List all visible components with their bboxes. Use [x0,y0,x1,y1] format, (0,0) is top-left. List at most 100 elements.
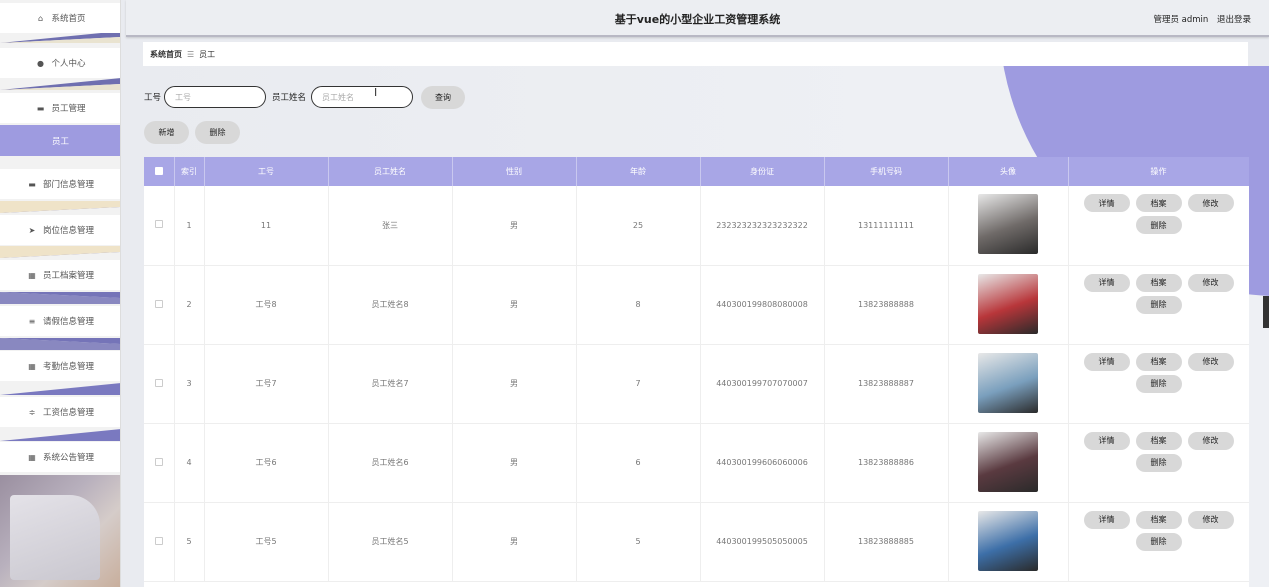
home-icon: ⌂ [37,13,44,23]
archive-button[interactable]: 档案 [1135,273,1182,292]
cell-age: 7 [576,344,701,424]
cell-id-card: 440300199606060006 [700,423,825,503]
row-delete-button[interactable]: 删除 [1135,295,1182,314]
edit-button[interactable]: 修改 [1187,431,1234,450]
row-delete-button[interactable]: 删除 [1135,374,1182,393]
sidebar-item-label: 岗位信息管理 [42,226,94,236]
cell-avatar [948,265,1069,345]
avatar [978,431,1038,492]
name-search-input[interactable] [311,86,414,108]
cell-index: 2 [174,265,205,345]
sidebar-item-employee-management[interactable]: ▬ 员工管理 [0,93,120,123]
sidebar-divider [0,338,120,350]
archive-button[interactable]: 档案 [1135,352,1182,371]
sidebar-item-archive[interactable]: ▦ 员工档案管理 [0,260,120,290]
sidebar-item-home[interactable]: ⌂ 系统首页 [0,3,120,33]
cell-employee-id: 工号6 [204,423,329,503]
edit-button[interactable]: 修改 [1187,510,1234,529]
archive-button[interactable]: 档案 [1135,194,1182,213]
cell-employee-id: 工号5 [204,502,329,582]
detail-button[interactable]: 详情 [1083,194,1130,213]
delete-button[interactable]: 删除 [195,121,240,144]
detail-button[interactable]: 详情 [1083,352,1130,371]
row-checkbox[interactable] [144,344,175,424]
id-search-input[interactable] [164,86,267,108]
table-row: 5 工号5 员工姓名5 男 5 440300199505050005 13823… [144,502,1249,582]
cell-employee-name: 张三 [328,186,453,266]
grid-icon: ▦ [28,452,36,462]
table-row: 4 工号6 员工姓名6 男 6 440300199606060006 13823… [144,423,1249,503]
sidebar-item-notice[interactable]: ▦ 系统公告管理 [0,442,120,472]
add-button[interactable]: 新增 [144,121,189,144]
avatar [978,194,1038,255]
sidebar-item-label: 个人中心 [51,59,86,69]
sidebar-item-leave[interactable]: ≡ 请假信息管理 [0,306,120,336]
archive-button[interactable]: 档案 [1135,431,1182,450]
search-bar: 工号 员工姓名 查询 [144,85,466,109]
chat-icon: ▬ [28,179,36,189]
select-all-checkbox[interactable] [144,157,175,186]
cell-employee-id: 工号8 [204,265,329,345]
breadcrumb-home[interactable]: 系统首页 [150,49,182,60]
detail-button[interactable]: 详情 [1083,431,1130,450]
avatar [978,273,1038,334]
row-checkbox[interactable] [144,423,175,503]
sidebar-subitem-employee[interactable]: 员工 [0,125,120,156]
cell-phone: 13823888888 [824,265,949,345]
sidebar-item-attendance[interactable]: ▦ 考勤信息管理 [0,351,120,381]
sidebar-item-label: 系统首页 [51,14,86,24]
sidebar-item-label: 员工 [51,136,69,147]
sidebar-item-label: 系统公告管理 [42,453,94,463]
user-area: 管理员 admin 退出登录 [1147,13,1251,25]
sidebar-item-label: 员工管理 [51,104,86,114]
sidebar-item-profile[interactable]: ● 个人中心 [0,48,120,78]
column-header: 性别 [452,157,577,186]
chat-icon: ▬ [36,103,45,113]
column-header: 年龄 [576,157,701,186]
column-header: 身份证 [700,157,825,186]
detail-button[interactable]: 详情 [1083,273,1130,292]
cell-age: 8 [576,265,701,345]
edit-button[interactable]: 修改 [1187,194,1234,213]
cell-avatar [948,502,1069,582]
row-checkbox[interactable] [144,186,175,266]
breadcrumb-current: 员工 [199,49,216,59]
edit-button[interactable]: 修改 [1187,352,1234,371]
cell-id-card: 232323232323232322 [700,186,825,266]
cell-phone: 13111111111 [824,186,949,266]
cell-phone: 13823888885 [824,502,949,582]
edit-button[interactable]: 修改 [1187,273,1234,292]
column-header: 头像 [948,157,1069,186]
row-delete-button[interactable]: 删除 [1135,216,1182,235]
cell-index: 4 [174,423,205,503]
archive-button[interactable]: 档案 [1135,510,1182,529]
list-icon: ≡ [28,316,36,326]
sidebar-divider [0,78,120,90]
cell-operations: 详情 档案 修改 删除 [1068,344,1249,424]
text-cursor-icon: I [374,86,378,99]
cell-gender: 男 [452,186,577,266]
row-checkbox[interactable] [144,265,175,345]
employee-table: 索引 工号 员工姓名 性别 年龄 身份证 手机号码 头像 操作 1 11 张三 … [144,157,1249,587]
cell-age: 6 [576,423,701,503]
avatar [978,510,1038,571]
cell-id-card: 440300199505050005 [700,502,825,582]
cell-gender: 男 [452,423,577,503]
cell-avatar [948,186,1069,266]
sidebar-item-salary[interactable]: ≑ 工资信息管理 [0,397,120,427]
row-delete-button[interactable]: 删除 [1135,532,1182,551]
row-delete-button[interactable]: 删除 [1135,453,1182,472]
sidebar-item-label: 工资信息管理 [42,408,94,418]
logout-link[interactable]: 退出登录 [1217,15,1251,25]
grid-icon: ▦ [28,361,36,371]
cell-index: 5 [174,502,205,582]
detail-button[interactable]: 详情 [1083,510,1130,529]
cell-employee-name: 员工姓名8 [328,265,453,345]
scrollbar-handle[interactable] [1263,296,1269,328]
sidebar-item-label: 部门信息管理 [42,180,94,190]
query-button[interactable]: 查询 [421,85,466,109]
row-checkbox[interactable] [144,502,175,582]
sidebar-item-department[interactable]: ▬ 部门信息管理 [0,169,120,199]
cell-employee-name: 员工姓名7 [328,344,453,424]
sidebar-item-position[interactable]: ➤ 岗位信息管理 [0,215,120,245]
